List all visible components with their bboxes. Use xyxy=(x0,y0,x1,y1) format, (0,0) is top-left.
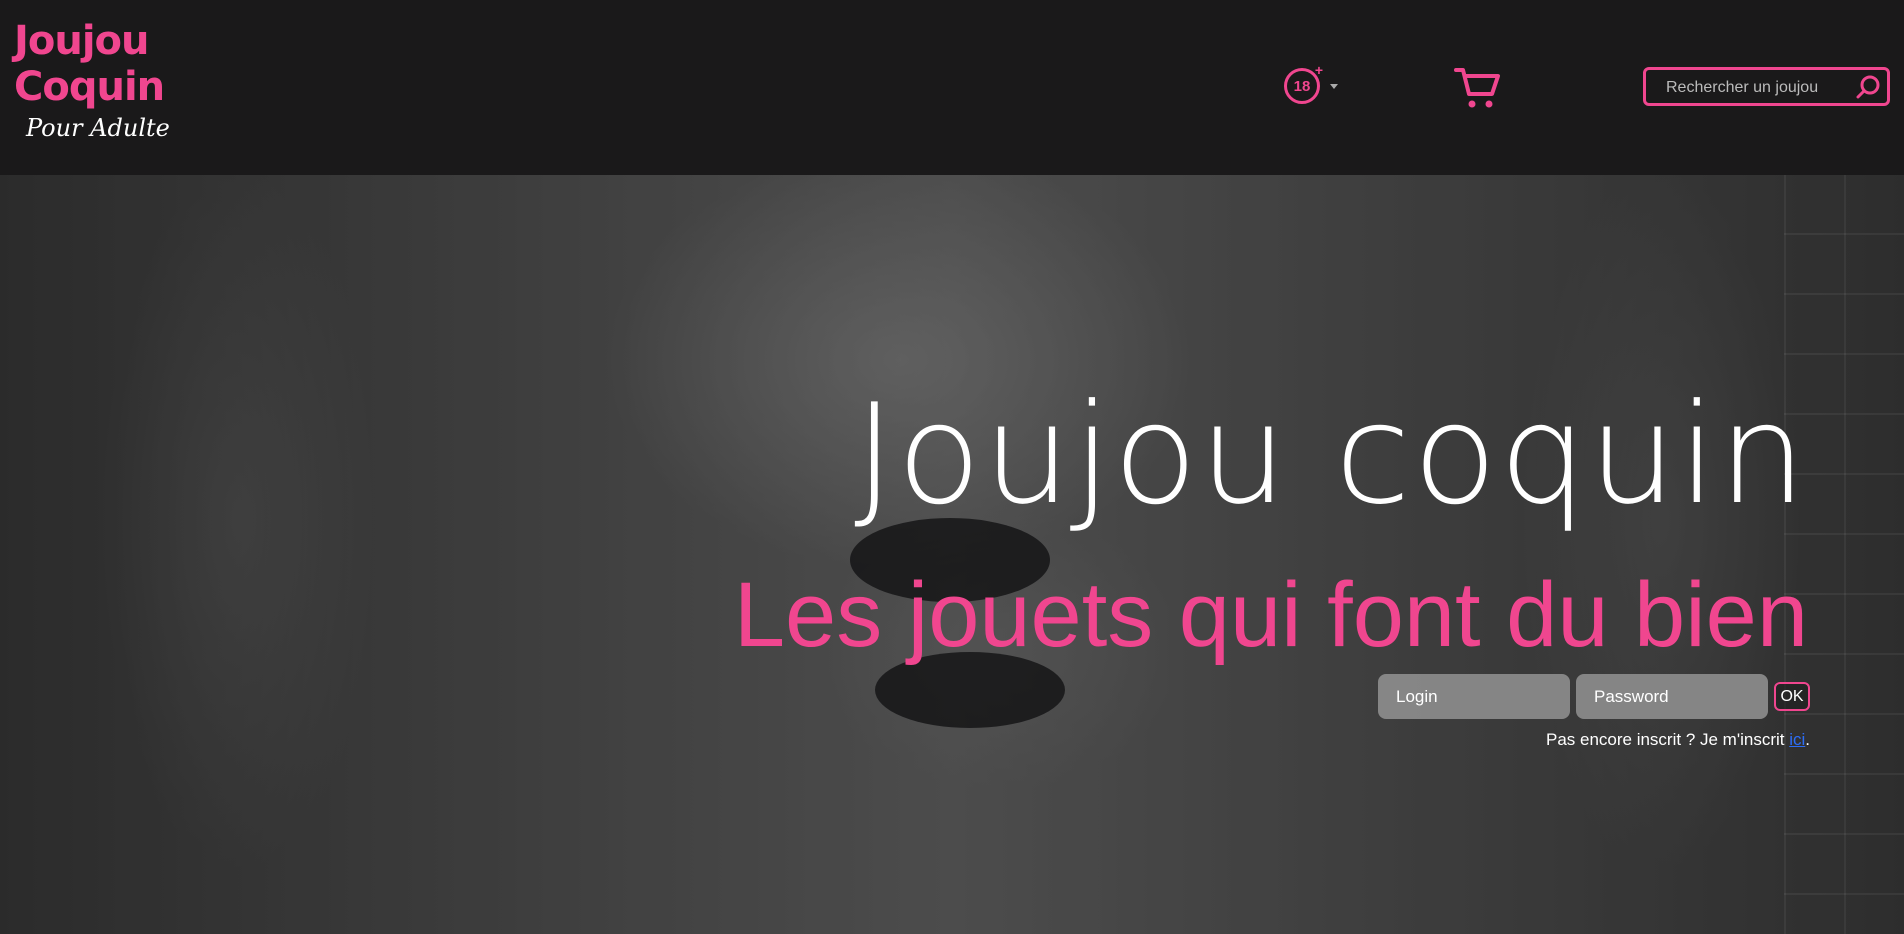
login-field[interactable] xyxy=(1378,674,1570,719)
search-icon[interactable] xyxy=(1855,74,1881,100)
hero-title: Joujou coquin xyxy=(854,374,1808,535)
site-header: Joujou Coquin Pour Adulte 18 + xyxy=(0,0,1904,175)
signup-end: . xyxy=(1805,730,1810,749)
age-badge-label: 18 xyxy=(1293,77,1311,95)
signup-text: Pas encore inscrit ? Je m'inscrit xyxy=(1545,730,1790,749)
password-field[interactable] xyxy=(1576,674,1768,719)
age-badge-plus: + xyxy=(1314,62,1323,78)
age-restriction-dropdown[interactable]: 18 + xyxy=(1284,62,1346,106)
cart-button[interactable] xyxy=(1454,66,1502,110)
logo-text-line1: Joujou xyxy=(14,18,150,64)
page: Joujou Coquin Pour Adulte 18 + Recherche… xyxy=(0,0,1904,934)
site-logo[interactable]: Joujou Coquin Pour Adulte xyxy=(14,18,174,163)
login-submit-button[interactable]: OK xyxy=(1774,682,1810,711)
hero-subtitle: Les jouets qui font du bien xyxy=(733,564,1808,666)
search-box xyxy=(1643,67,1890,106)
login-form: OK xyxy=(1378,674,1810,719)
age-18-plus-icon: 18 + xyxy=(1284,62,1323,104)
chevron-down-icon xyxy=(1330,83,1338,89)
signup-prompt: Pas encore inscrit ? Je m'inscrit ici. xyxy=(1546,730,1810,750)
logo-tagline: Pour Adulte xyxy=(26,114,170,142)
signup-link[interactable]: ici xyxy=(1789,730,1805,749)
shopping-cart-icon xyxy=(1454,68,1500,108)
logo-text-line2: Coquin xyxy=(14,64,165,110)
search-input[interactable] xyxy=(1664,70,1858,105)
